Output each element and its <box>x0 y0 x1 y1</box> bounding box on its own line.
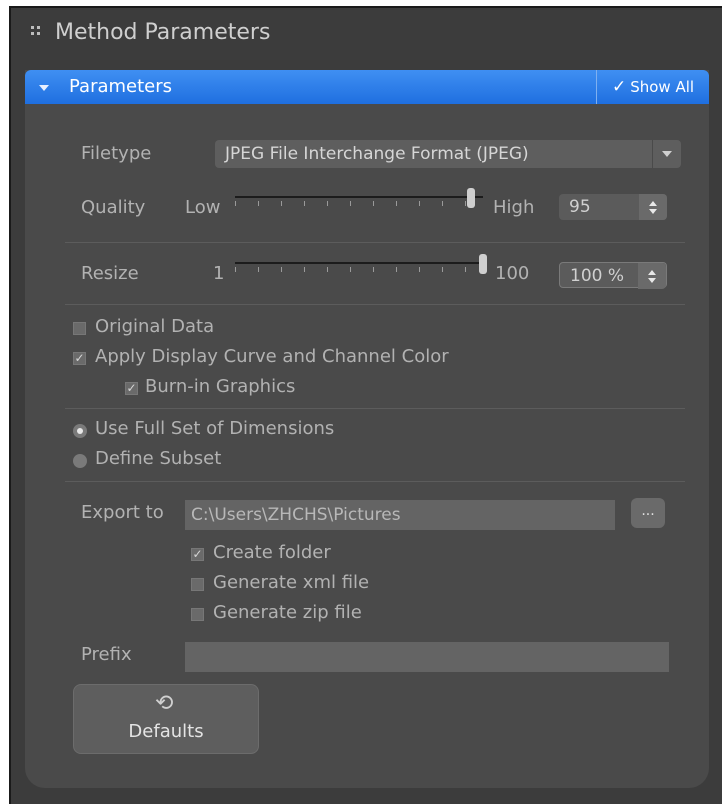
method-header[interactable]: Method Parameters <box>11 8 722 60</box>
generate-zip-checkbox[interactable] <box>191 608 204 621</box>
resize-min-label: 1 <box>213 263 225 284</box>
resize-label: Resize <box>81 263 139 284</box>
quality-label: Quality <box>81 197 146 218</box>
reset-icon: ⟲ <box>155 691 174 716</box>
generate-zip-label: Generate zip file <box>213 602 362 623</box>
panel-title: Parameters <box>69 76 173 97</box>
quality-low-label: Low <box>185 197 221 218</box>
browse-button[interactable]: ... <box>631 498 665 528</box>
defaults-label: Defaults <box>128 721 204 742</box>
generate-xml-checkbox[interactable] <box>191 578 204 591</box>
resize-stepper[interactable] <box>638 263 666 289</box>
full-set-label: Use Full Set of Dimensions <box>95 418 335 439</box>
resize-slider[interactable] <box>235 254 487 278</box>
parameters-header[interactable]: Parameters ✓ Show All <box>25 70 709 104</box>
method-parameters-window: Method Parameters Parameters ✓ Show All … <box>9 6 722 804</box>
divider <box>65 481 685 482</box>
check-icon: ✓ <box>611 77 627 97</box>
chevron-down-icon[interactable] <box>652 140 681 168</box>
define-subset-radio[interactable] <box>73 454 87 468</box>
collapse-icon[interactable] <box>39 85 49 91</box>
resize-value: 100 % <box>570 266 625 286</box>
filetype-select[interactable]: JPEG File Interchange Format (JPEG) <box>215 140 681 168</box>
create-folder-label: Create folder <box>213 542 331 563</box>
full-set-radio[interactable] <box>73 424 87 438</box>
filetype-label: Filetype <box>81 143 152 164</box>
apply-display-curve-label: Apply Display Curve and Channel Color <box>95 346 449 367</box>
prefix-label: Prefix <box>81 644 132 665</box>
quality-value: 95 <box>569 197 591 217</box>
prefix-input[interactable] <box>185 642 669 672</box>
show-all-toggle[interactable]: ✓ Show All <box>596 70 709 104</box>
resize-spinbox[interactable]: 100 % <box>559 262 667 289</box>
quality-slider[interactable] <box>235 188 483 212</box>
divider <box>65 304 685 305</box>
create-folder-checkbox[interactable]: ✓ <box>191 548 204 561</box>
burn-in-graphics-checkbox[interactable]: ✓ <box>125 382 138 395</box>
quality-slider-handle[interactable] <box>466 188 475 208</box>
defaults-button[interactable]: ⟲ Defaults <box>73 684 259 754</box>
quality-high-label: High <box>493 197 535 218</box>
generate-xml-label: Generate xml file <box>213 572 370 593</box>
window-title: Method Parameters <box>55 20 271 45</box>
filetype-value: JPEG File Interchange Format (JPEG) <box>225 144 529 164</box>
original-data-checkbox[interactable] <box>73 322 86 335</box>
quality-stepper[interactable] <box>639 194 667 220</box>
export-path-input[interactable]: C:\Users\ZHCHS\Pictures <box>185 500 615 530</box>
divider <box>65 242 685 243</box>
export-to-label: Export to <box>81 502 164 523</box>
parameters-panel: Parameters ✓ Show All Filetype JPEG File… <box>25 70 709 788</box>
resize-slider-handle[interactable] <box>479 254 487 274</box>
burn-in-graphics-label: Burn-in Graphics <box>145 376 296 397</box>
original-data-label: Original Data <box>95 316 215 337</box>
apply-display-curve-checkbox[interactable]: ✓ <box>73 352 86 365</box>
resize-max-label: 100 <box>495 263 530 284</box>
show-all-label: Show All <box>630 78 695 96</box>
divider <box>65 408 685 409</box>
quality-spinbox[interactable]: 95 <box>559 194 667 220</box>
grip-icon <box>31 26 41 36</box>
define-subset-label: Define Subset <box>95 448 222 469</box>
